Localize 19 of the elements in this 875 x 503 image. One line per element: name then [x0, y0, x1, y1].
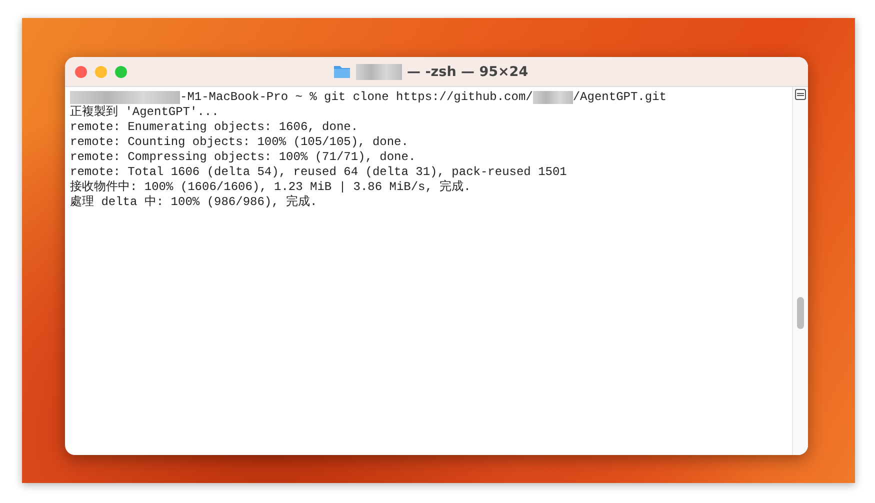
terminal-line: -M1-MacBook-Pro ~ % git clone https://github.com/ [180, 90, 533, 105]
terminal-line: 處理 delta 中: 100% (986/986), 完成. [70, 195, 318, 210]
terminal-line: remote: Total 1606 (delta 54), reused 64 (delta 31), pack-reused 1501 [70, 165, 567, 180]
redacted-block [532, 91, 573, 104]
terminal-line: 正複製到 'AgentGPT'... [70, 105, 219, 120]
terminal-line: remote: Counting objects: 100% (105/105), done. [70, 135, 408, 150]
zoom-button[interactable] [115, 66, 127, 78]
close-button[interactable] [75, 66, 87, 78]
terminal-line: /AgentGPT.git [572, 90, 666, 105]
minimize-button[interactable] [95, 66, 107, 78]
terminal-line: remote: Compressing objects: 100% (71/71), done. [70, 150, 416, 165]
split-pane-icon[interactable] [795, 89, 806, 100]
redacted-block [356, 64, 402, 80]
scroll-thumb[interactable] [797, 297, 804, 329]
scroll-bar[interactable] [792, 87, 808, 455]
terminal-line: 接收物件中: 100% (1606/1606), 1.23 MiB | 3.86 MiB/s, 完成. [70, 180, 471, 194]
window-title: — -zsh — 95×24 [407, 64, 528, 80]
terminal-line: remote: Enumerating objects: 1606, done. [70, 120, 358, 135]
folder-icon [333, 64, 351, 79]
